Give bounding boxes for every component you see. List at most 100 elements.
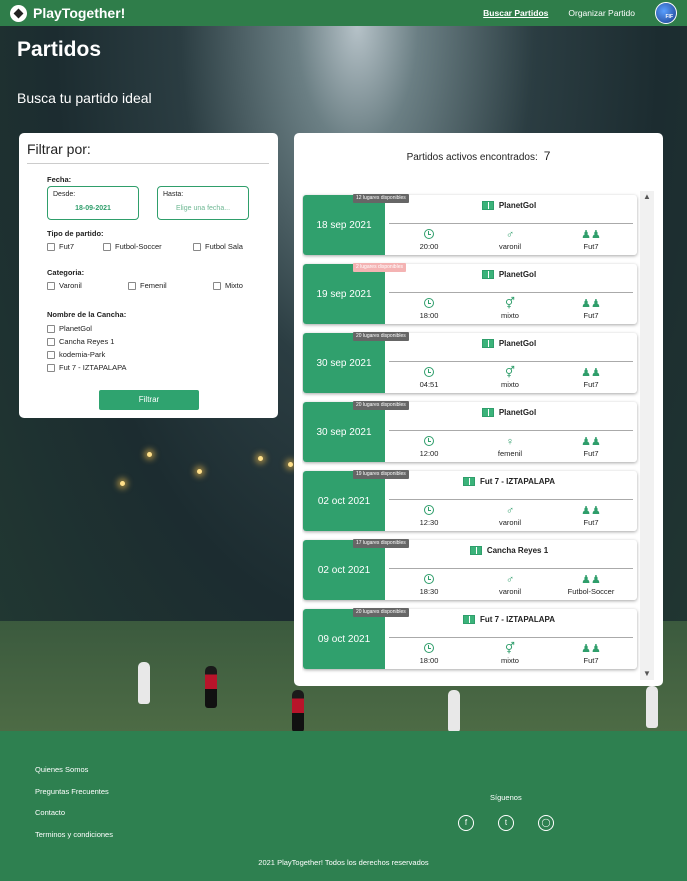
checkbox-label: Futbol Sala (205, 242, 243, 251)
copyright: 2021 PlayTogether! Todos los derechos re… (258, 858, 429, 867)
field-icon (481, 270, 494, 280)
checkbox-cancha-reyes-1[interactable]: Cancha Reyes 1 (47, 337, 114, 346)
match-type: ♟♟ Futbol-Soccer (561, 574, 621, 596)
date-to-placeholder: Elige una fecha... (175, 205, 231, 212)
match-field: Fut 7 - IZTAPALAPA (385, 477, 633, 487)
footer-link-quienes-somos[interactable]: Quienes Somos (35, 765, 88, 774)
gender-icon: ⚥ (505, 367, 515, 379)
match-card[interactable]: 18 sep 2021 12 lugares disponibles PlanetG… (303, 194, 637, 255)
match-card[interactable]: 09 oct 2021 20 lugares disponibles Fut 7 -… (303, 608, 637, 669)
results-scrollbar[interactable]: ▲ ▼ (640, 191, 654, 680)
match-card[interactable]: 02 oct 2021 19 lugares disponibles Fut 7 -… (303, 470, 637, 531)
scroll-down-icon[interactable]: ▼ (643, 669, 651, 678)
field-name: Cancha Reyes 1 (486, 546, 549, 555)
checkbox-planetgol[interactable]: PlanetGol (47, 324, 92, 333)
field-icon (481, 201, 494, 211)
checkbox-label: Futbol-Soccer (115, 242, 162, 251)
match-category: ⚥ mixto (480, 367, 540, 389)
player-figure (448, 690, 460, 731)
footer-link-terminos[interactable]: Terminos y condiciones (35, 830, 113, 839)
field-name: PlanetGol (498, 270, 537, 279)
checkbox-fut7[interactable]: Fut7 (47, 242, 74, 251)
soccer-ball-icon (10, 4, 27, 22)
results-count-label: Partidos activos encontrados: (406, 152, 538, 163)
match-category: ♂ varonil (480, 505, 540, 527)
type-text: Fut7 (583, 518, 599, 527)
facebook-icon[interactable]: f (458, 815, 474, 831)
page-subtitle: Busca tu partido ideal (17, 90, 152, 106)
field-icon (469, 546, 482, 556)
match-date-text: 19 sep 2021 (316, 288, 372, 300)
clock-icon (424, 436, 434, 446)
match-time: 04:51 (399, 367, 459, 389)
checkbox-label: Fut 7 - IZTAPALAPA (59, 363, 127, 372)
twitter-icon[interactable]: t (498, 815, 514, 831)
checkbox-futbol-soccer[interactable]: Futbol-Soccer (103, 242, 162, 251)
players-icon: ♟♟ (581, 505, 601, 517)
scroll-up-icon[interactable]: ▲ (643, 192, 651, 201)
divider (389, 361, 633, 362)
match-date-text: 30 sep 2021 (316, 426, 372, 438)
match-date-text: 02 oct 2021 (317, 495, 371, 507)
match-type: ♟♟ Fut7 (561, 298, 621, 320)
match-field: PlanetGol (385, 201, 633, 211)
checkbox-fut7-iztapalapa[interactable]: Fut 7 - IZTAPALAPA (47, 363, 127, 372)
nav-link-buscar-partidos[interactable]: Buscar Partidos (483, 8, 548, 18)
match-time: 12:00 (399, 436, 459, 458)
checkbox-label: Fut7 (59, 242, 75, 251)
player-figure (646, 686, 658, 728)
footer-link-preguntas[interactable]: Preguntas Frecuentes (35, 787, 109, 796)
checkbox-femenil[interactable]: Femenil (128, 281, 167, 290)
match-card[interactable]: 30 sep 2021 20 lugares disponibles PlanetG… (303, 401, 637, 462)
checkbox-label: kodemia-Park (59, 350, 106, 359)
checkbox-varonil[interactable]: Varonil (47, 281, 82, 290)
gender-icon: ⚥ (505, 643, 515, 655)
match-list[interactable]: 18 sep 2021 12 lugares disponibles PlanetG… (302, 191, 648, 678)
checkbox-label: Mixto (225, 281, 243, 290)
checkbox-mixto[interactable]: Mixto (213, 281, 243, 290)
top-navbar: PlayTogether! Buscar Partidos Organizar … (0, 0, 687, 26)
checkbox-label: PlanetGol (59, 324, 92, 333)
match-date: 18 sep 2021 (303, 195, 385, 255)
field-name: PlanetGol (498, 201, 537, 210)
footer-link-contacto[interactable]: Contacto (35, 808, 65, 817)
filter-panel: Filtrar por: Fecha: Desde: 18-09-2021 Ha… (19, 133, 278, 418)
match-category: ⚥ mixto (480, 643, 540, 665)
match-card[interactable]: 30 sep 2021 20 lugares disponibles PlanetG… (303, 332, 637, 393)
match-category: ♂ varonil (480, 229, 540, 251)
checkbox-kodemia-park[interactable]: kodemia-Park (47, 350, 105, 359)
match-card[interactable]: 19 sep 2021 2 lugares disponibles PlanetGo… (303, 263, 637, 324)
clock-icon (424, 229, 434, 239)
checkbox-label: Femenil (140, 281, 167, 290)
nav-link-organizar-partido[interactable]: Organizar Partido (568, 8, 635, 18)
match-time: 12:30 (399, 505, 459, 527)
time-text: 04:51 (419, 380, 439, 389)
player-figure (292, 690, 304, 731)
match-card[interactable]: 02 oct 2021 17 lugares disponibles Cancha … (303, 539, 637, 600)
match-date-text: 09 oct 2021 (317, 633, 371, 645)
match-date-text: 02 oct 2021 (317, 564, 371, 576)
instagram-icon[interactable]: ◯ (538, 815, 554, 831)
divider (389, 292, 633, 293)
match-type: ♟♟ Fut7 (561, 367, 621, 389)
time-text: 20:00 (419, 242, 439, 251)
cancha-label: Nombre de la Cancha: (47, 310, 127, 319)
date-from-field[interactable]: Desde: 18-09-2021 (47, 186, 139, 220)
checkbox-futbol-sala[interactable]: Futbol Sala (193, 242, 243, 251)
filter-heading: Filtrar por: (27, 141, 269, 164)
match-date: 02 oct 2021 (303, 540, 385, 600)
category-text: varonil (498, 518, 522, 527)
match-category: ♀ femenil (480, 436, 540, 458)
filter-button[interactable]: Filtrar (99, 390, 199, 410)
fecha-label: Fecha: (47, 175, 72, 184)
type-text: Fut7 (583, 449, 599, 458)
date-to-label: Hasta: (163, 191, 184, 198)
match-date: 02 oct 2021 (303, 471, 385, 531)
user-avatar[interactable]: FIF (655, 2, 677, 24)
match-type: ♟♟ Fut7 (561, 436, 621, 458)
match-category: ⚥ mixto (480, 298, 540, 320)
brand-logo[interactable]: PlayTogether! (10, 4, 125, 22)
date-to-field[interactable]: Hasta: Elige una fecha... (157, 186, 249, 220)
match-date: 30 sep 2021 (303, 402, 385, 462)
time-text: 18:00 (419, 656, 439, 665)
